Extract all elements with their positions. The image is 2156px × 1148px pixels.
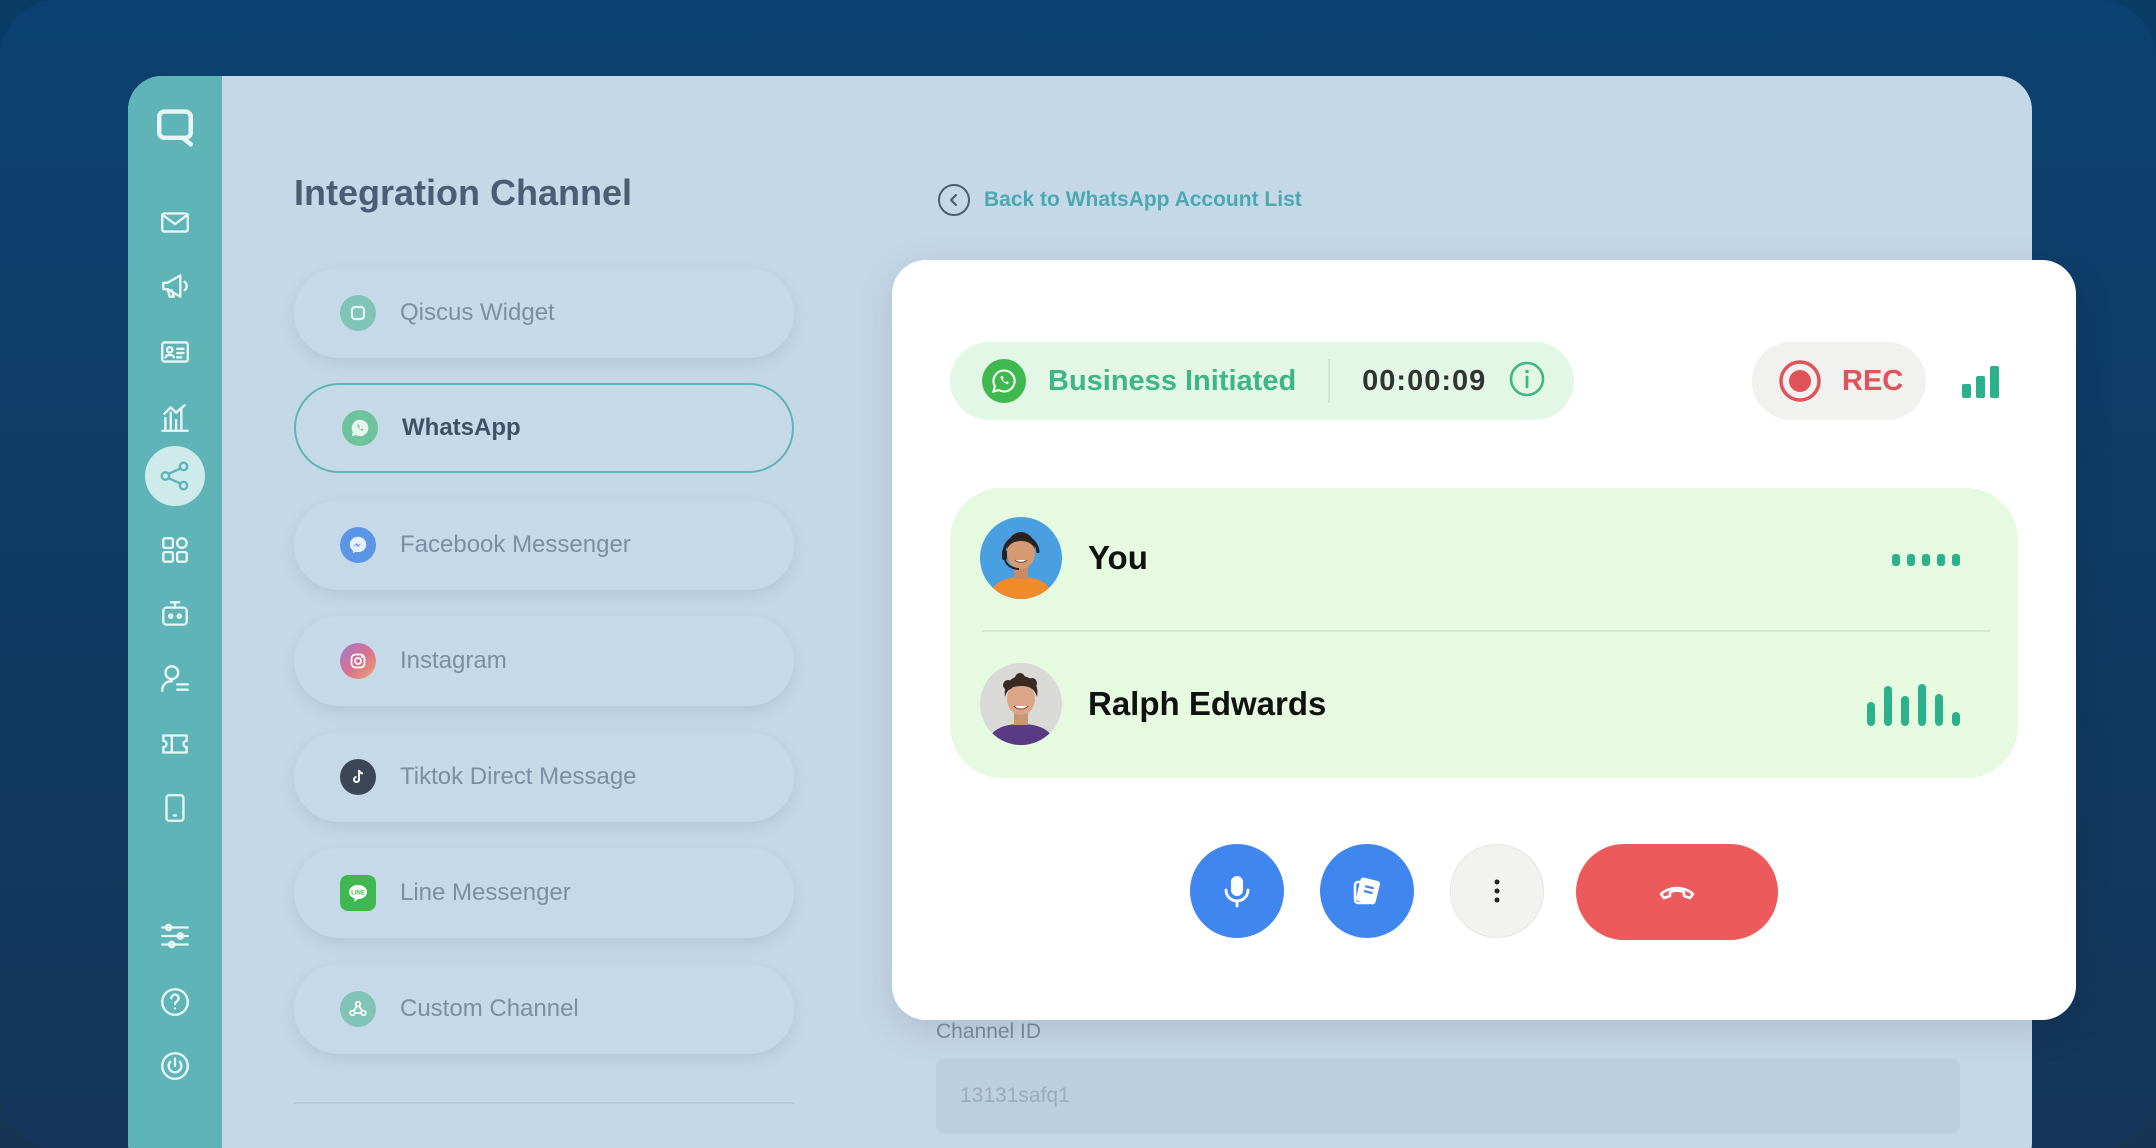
channel-label: Line Messenger bbox=[400, 879, 571, 906]
avatar-ralph-edwards bbox=[980, 663, 1062, 745]
channel-label: Tiktok Direct Message bbox=[400, 763, 637, 790]
audio-speaking-indicator bbox=[1867, 682, 1960, 726]
channel-item-whatsapp[interactable]: WhatsApp bbox=[294, 383, 794, 473]
page-title: Integration Channel bbox=[294, 172, 633, 213]
microphone-icon bbox=[1224, 876, 1250, 908]
chat-logo-icon[interactable] bbox=[147, 98, 203, 154]
participant-divider bbox=[982, 630, 1990, 632]
channel-item-tiktok-direct-message[interactable]: Tiktok Direct Message bbox=[294, 732, 794, 822]
back-to-account-list-link[interactable]: Back to WhatsApp Account List bbox=[938, 184, 1302, 216]
instagram-icon bbox=[340, 643, 376, 679]
contact-card-icon[interactable] bbox=[147, 324, 203, 380]
notes-icon bbox=[1353, 877, 1380, 905]
messenger-icon bbox=[340, 527, 376, 563]
settings-sliders-icon[interactable] bbox=[147, 908, 203, 964]
call-card: Business Initiated 00:00:09 REC You Ralp… bbox=[892, 260, 2076, 1020]
megaphone-icon[interactable] bbox=[147, 258, 203, 314]
mobile-icon[interactable] bbox=[147, 780, 203, 836]
help-icon[interactable] bbox=[147, 974, 203, 1030]
channel-label: Facebook Messenger bbox=[400, 531, 631, 558]
channel-item-line-messenger[interactable]: LINE Line Messenger bbox=[294, 848, 794, 938]
background-frame: Integration Channel Qiscus Widget WhatsA… bbox=[0, 0, 2156, 1148]
end-call-button[interactable] bbox=[1576, 844, 1778, 940]
avatar-you bbox=[980, 517, 1062, 599]
agent-icon[interactable] bbox=[147, 650, 203, 706]
sidebar bbox=[128, 76, 222, 1148]
list-divider bbox=[294, 1102, 794, 1104]
mute-microphone-button[interactable] bbox=[1190, 844, 1284, 938]
svg-text:LINE: LINE bbox=[351, 891, 365, 897]
call-type-label: Business Initiated bbox=[1048, 364, 1297, 397]
channel-id-label: Channel ID bbox=[936, 1020, 1042, 1043]
whatsapp-logo-icon bbox=[982, 359, 1026, 403]
line-icon: LINE bbox=[340, 875, 376, 911]
channel-label: Qiscus Widget bbox=[400, 299, 555, 326]
custom-channel-icon bbox=[340, 991, 376, 1027]
call-timer: 00:00:09 bbox=[1362, 364, 1487, 397]
channel-label: WhatsApp bbox=[402, 414, 521, 441]
pill-separator bbox=[1328, 359, 1331, 403]
call-status-pill: Business Initiated 00:00:09 bbox=[950, 342, 1574, 420]
channel-label: Instagram bbox=[400, 647, 507, 674]
call-controls bbox=[892, 844, 2076, 940]
participant-row: Ralph Edwards bbox=[980, 662, 1326, 746]
analytics-icon[interactable] bbox=[147, 390, 203, 446]
apps-grid-icon[interactable] bbox=[147, 522, 203, 578]
participant-name: Ralph Edwards bbox=[1088, 685, 1327, 722]
channel-item-qiscus-widget[interactable]: Qiscus Widget bbox=[294, 268, 794, 358]
ticket-icon[interactable] bbox=[147, 716, 203, 772]
participant-row: You bbox=[980, 516, 1148, 600]
audio-idle-indicator bbox=[1892, 554, 1960, 566]
power-icon[interactable] bbox=[147, 1038, 203, 1094]
channel-item-instagram[interactable]: Instagram bbox=[294, 616, 794, 706]
more-vertical-icon bbox=[1494, 879, 1500, 903]
qiscus-icon bbox=[340, 295, 376, 331]
signal-strength-icon bbox=[1962, 364, 1999, 398]
channel-id-field[interactable]: 13131safq1 bbox=[936, 1058, 1960, 1134]
more-options-button[interactable] bbox=[1450, 844, 1544, 938]
participant-name: You bbox=[1088, 539, 1148, 576]
back-link-label: Back to WhatsApp Account List bbox=[984, 188, 1302, 211]
channel-item-custom-channel[interactable]: Custom Channel bbox=[294, 964, 794, 1054]
record-label: REC bbox=[1842, 364, 1904, 397]
channel-item-facebook-messenger[interactable]: Facebook Messenger bbox=[294, 500, 794, 590]
tiktok-icon bbox=[340, 759, 376, 795]
participants-panel: You Ralph Edwards bbox=[950, 488, 2018, 778]
record-icon bbox=[1779, 360, 1821, 402]
mail-icon[interactable] bbox=[147, 194, 203, 250]
notes-button[interactable] bbox=[1320, 844, 1414, 938]
channel-label: Custom Channel bbox=[400, 995, 579, 1022]
integration-share-icon[interactable] bbox=[145, 446, 205, 506]
bot-icon[interactable] bbox=[147, 586, 203, 642]
info-icon[interactable] bbox=[1508, 360, 1546, 403]
record-button[interactable]: REC bbox=[1752, 342, 1926, 420]
whatsapp-icon bbox=[342, 410, 378, 446]
hang-up-icon bbox=[1659, 886, 1695, 900]
chevron-left-icon bbox=[938, 184, 970, 216]
